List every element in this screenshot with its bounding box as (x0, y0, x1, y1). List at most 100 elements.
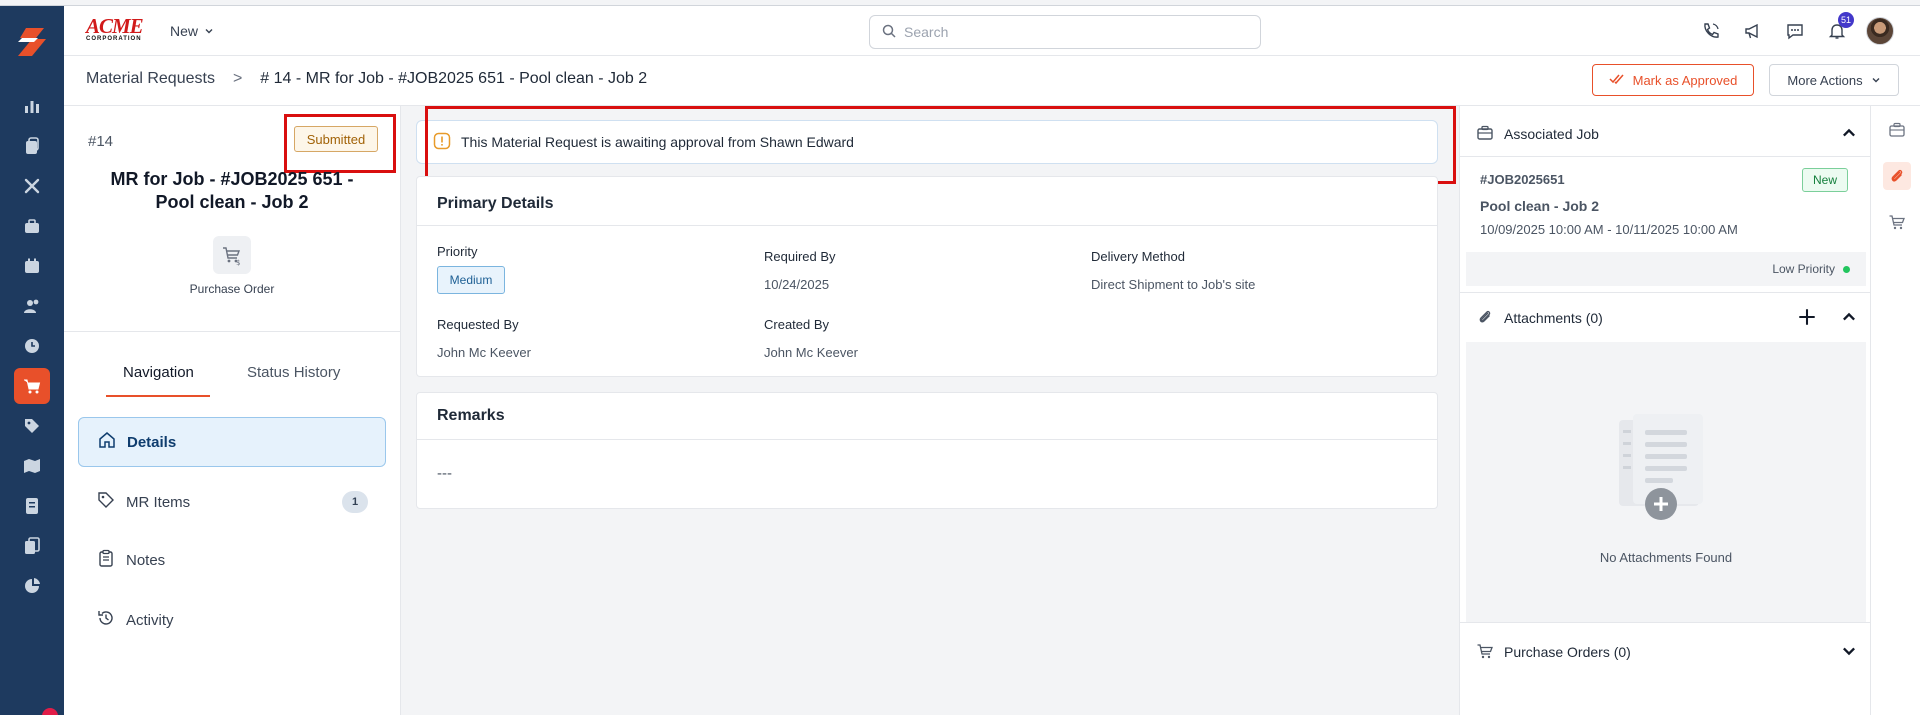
add-attachment-plus-icon[interactable] (1798, 308, 1816, 329)
documents-icon[interactable] (14, 528, 50, 564)
nav-item-details[interactable]: Details (78, 417, 386, 467)
tab-navigation[interactable]: Navigation (123, 364, 194, 381)
nav-item-activity[interactable]: Activity (78, 595, 386, 645)
rail-status-dot (42, 708, 58, 715)
search-icon (882, 24, 896, 41)
job-name[interactable]: Pool clean - Job 2 (1480, 198, 1599, 214)
mr-items-count-badge: 1 (342, 491, 368, 513)
breadcrumb-parent-link[interactable]: Material Requests (86, 70, 215, 88)
job-dates: 10/09/2025 10:00 AM - 10/11/2025 10:00 A… (1480, 222, 1738, 237)
more-actions-label: More Actions (1787, 72, 1863, 88)
notification-count-badge: 51 (1837, 12, 1854, 28)
breadcrumb-bar: Material Requests > # 14 - MR for Job - … (64, 56, 1920, 106)
requested-by-value: John Mc Keever (437, 345, 531, 360)
jobs-icon[interactable] (14, 208, 50, 244)
primary-details-title: Primary Details (437, 195, 554, 212)
associated-job-header[interactable]: Associated Job (1476, 122, 1866, 146)
mr-summary-panel: #14 Submitted MR for Job - #JOB2025 651 … (64, 106, 401, 715)
summary-divider (64, 331, 400, 332)
dispatch-icon[interactable] (14, 128, 50, 164)
paperclip-icon[interactable] (1883, 162, 1911, 190)
cart-icon[interactable] (1883, 208, 1911, 236)
related-info-panel: Associated Job #JOB2025651 New Pool clea… (1459, 106, 1871, 715)
company-logo[interactable]: ACME CORPORATION (86, 16, 150, 44)
reports-icon[interactable] (14, 568, 50, 604)
megaphone-icon[interactable] (1740, 18, 1766, 44)
bell-icon[interactable]: 51 (1824, 12, 1854, 44)
more-actions-button[interactable]: More Actions (1769, 64, 1899, 96)
global-search[interactable] (869, 15, 1261, 49)
nav-item-notes[interactable]: Notes (78, 535, 386, 585)
app-logo-icon[interactable] (12, 22, 52, 62)
mr-type-label: Purchase Order (189, 282, 275, 296)
job-status-badge: New (1802, 168, 1848, 192)
mr-number: #14 (88, 133, 114, 150)
attachments-header[interactable]: Attachments (0) (1476, 306, 1866, 330)
new-dropdown-button[interactable]: New (170, 20, 214, 42)
cart-icon[interactable] (14, 368, 50, 404)
chevron-up-icon[interactable] (1840, 124, 1858, 145)
job-id[interactable]: #JOB2025651 (1480, 172, 1565, 187)
calendar-icon[interactable] (14, 248, 50, 284)
created-by-value: John Mc Keever (764, 345, 858, 360)
nav-item-mr-items[interactable]: MR Items 1 (78, 477, 386, 527)
purchase-orders-header[interactable]: Purchase Orders (0) (1476, 640, 1866, 664)
right-quick-rail (1870, 106, 1920, 715)
mark-as-approved-label: Mark as Approved (1632, 72, 1738, 88)
remarks-value: --- (437, 465, 452, 482)
double-check-icon (1609, 73, 1625, 88)
briefcase-icon[interactable] (1883, 116, 1911, 144)
phone-icon[interactable] (1698, 18, 1724, 44)
job-priority-row: Low Priority (1466, 252, 1866, 286)
chevron-down-icon (1871, 73, 1881, 88)
history-icon (96, 608, 116, 632)
new-dropdown-label: New (170, 23, 199, 39)
mark-as-approved-button[interactable]: Mark as Approved (1592, 64, 1754, 96)
tools-icon[interactable] (14, 168, 50, 204)
required-by-value: 10/24/2025 (764, 277, 830, 292)
cart-icon (1476, 642, 1494, 663)
nav-item-label: Activity (126, 611, 174, 629)
chevron-right-icon: > (232, 70, 243, 87)
pricebook-icon[interactable] (14, 408, 50, 444)
dashboard-icon[interactable] (14, 88, 50, 124)
svg-text:$: $ (236, 259, 240, 266)
attachments-title: Attachments (0) (1504, 310, 1603, 326)
no-attachments-text: No Attachments Found (1599, 550, 1733, 565)
chevron-up-icon[interactable] (1840, 308, 1858, 329)
customers-icon[interactable] (14, 288, 50, 324)
tab-status-history[interactable]: Status History (247, 364, 340, 381)
search-input[interactable] (904, 24, 1260, 40)
delivery-method-label: Delivery Method (1091, 249, 1185, 264)
job-priority-label: Low Priority (1772, 262, 1835, 276)
nav-item-label: Notes (126, 551, 166, 569)
section-divider (1460, 622, 1871, 623)
alert-highlight-box (425, 106, 1456, 184)
purchase-order-cart-icon: $ (213, 236, 251, 274)
nav-item-label: Details (127, 433, 177, 451)
clipboard-icon (96, 548, 116, 572)
chevron-down-icon[interactable] (1840, 642, 1858, 663)
timesheet-icon[interactable] (14, 328, 50, 364)
priority-badge: Medium (437, 266, 505, 294)
required-by-label: Required By (764, 249, 836, 264)
card-divider (417, 439, 1437, 440)
active-tab-indicator (106, 395, 210, 397)
section-divider (1460, 292, 1871, 293)
breadcrumb: Material Requests > # 14 - MR for Job - … (86, 70, 647, 88)
primary-details-card: Primary Details Priority Medium Required… (416, 176, 1438, 377)
status-badge: Submitted (294, 126, 378, 152)
map-icon[interactable] (14, 448, 50, 484)
briefcase-icon (1476, 124, 1494, 145)
paperclip-icon (1476, 308, 1494, 329)
associated-job-title: Associated Job (1504, 126, 1599, 142)
main-nav-rail (0, 6, 64, 715)
card-divider (417, 225, 1437, 226)
chevron-down-icon (204, 23, 214, 39)
requested-by-label: Requested By (437, 317, 519, 332)
top-header: ACME CORPORATION New 51 (64, 6, 1920, 56)
chat-icon[interactable] (1782, 18, 1808, 44)
invoice-icon[interactable] (14, 488, 50, 524)
remarks-card: Remarks --- (416, 392, 1438, 509)
user-avatar[interactable] (1866, 17, 1894, 45)
